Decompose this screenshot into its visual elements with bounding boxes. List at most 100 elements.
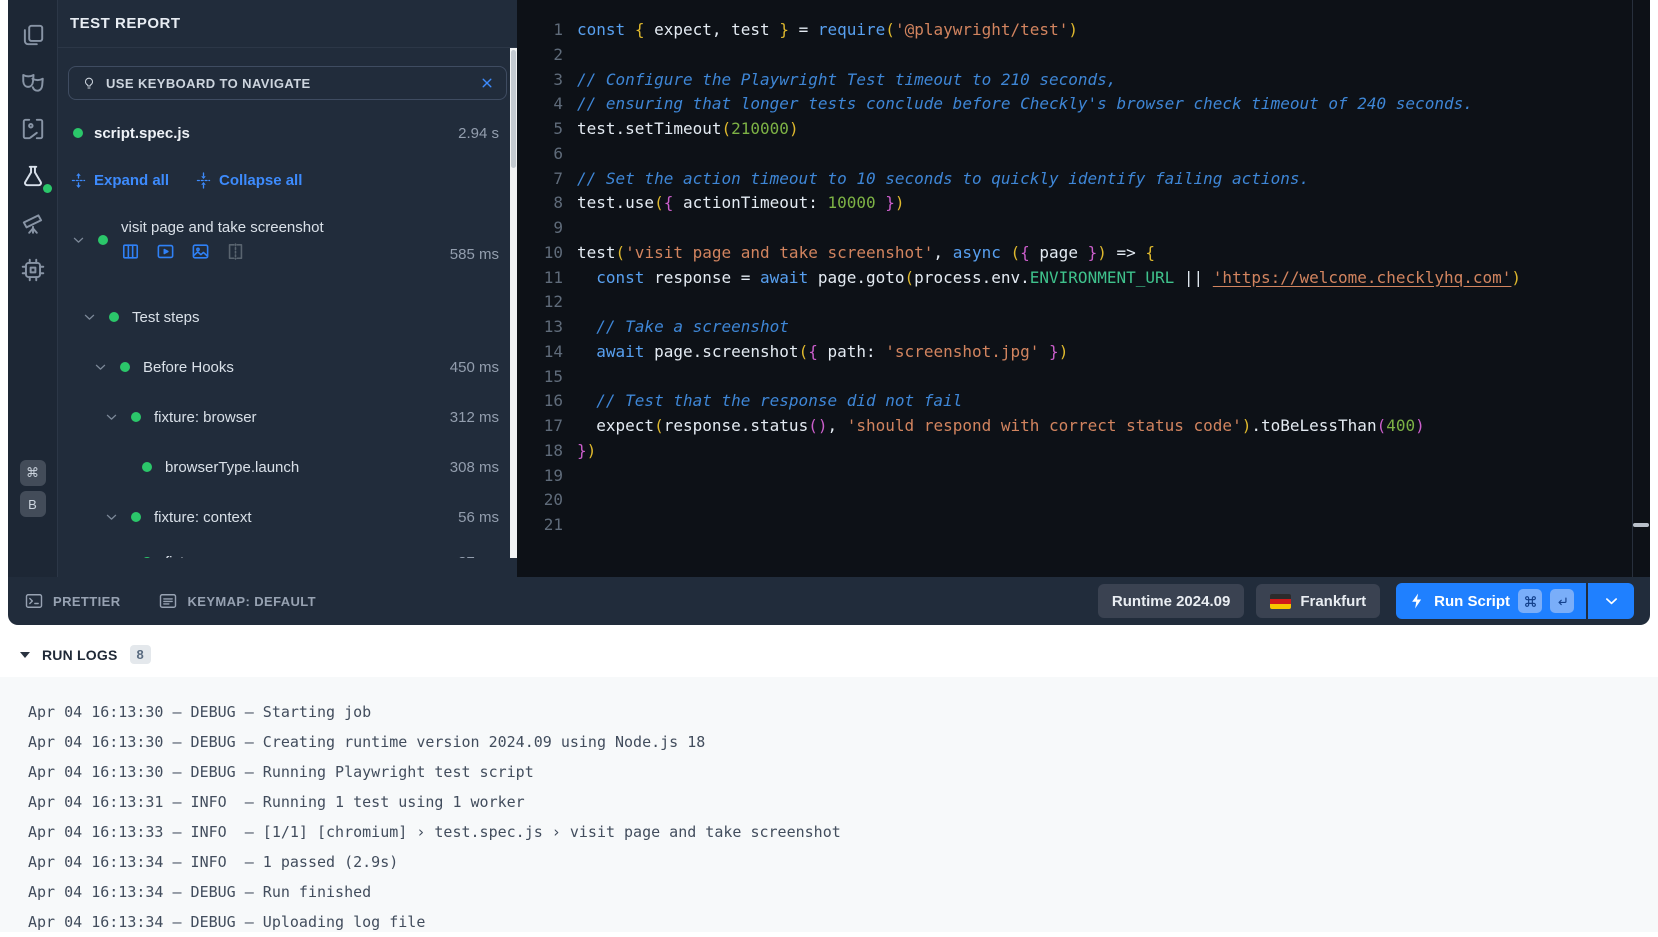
lightbulb-icon bbox=[81, 75, 97, 91]
code-line: 21 bbox=[517, 513, 1650, 538]
rail-telescope-icon[interactable] bbox=[18, 208, 48, 238]
panel-scrollbar-thumb[interactable] bbox=[511, 50, 516, 168]
bolt-icon bbox=[1408, 592, 1426, 610]
line-number: 1 bbox=[517, 18, 577, 43]
line-number: 15 bbox=[517, 365, 577, 390]
editor-scrollbar-gutter[interactable] bbox=[1632, 0, 1650, 577]
line-number: 2 bbox=[517, 43, 577, 68]
runtime-selector[interactable]: Runtime 2024.09 bbox=[1098, 584, 1244, 618]
collapse-all-button[interactable]: Collapse all bbox=[195, 172, 302, 189]
flask-icon bbox=[20, 163, 46, 189]
log-line: Apr 04 16:13:30 — DEBUG — Running Playwr… bbox=[28, 757, 1658, 787]
code-line: 10test('visit page and take screenshot',… bbox=[517, 241, 1650, 266]
step-status-dot bbox=[120, 362, 130, 372]
chevron-down-icon[interactable] bbox=[105, 511, 119, 524]
location-label: Frankfurt bbox=[1300, 593, 1366, 610]
line-number: 12 bbox=[517, 290, 577, 315]
location-selector[interactable]: Frankfurt bbox=[1256, 584, 1380, 618]
run-options-dropdown-button[interactable] bbox=[1588, 583, 1634, 619]
chevron-down-icon[interactable] bbox=[83, 311, 97, 324]
code-line: 8test.use({ actionTimeout: 10000 }) bbox=[517, 191, 1650, 216]
test-report-body: USE KEYBOARD TO NAVIGATE script.spec.js … bbox=[58, 48, 517, 558]
expand-all-button[interactable]: Expand all bbox=[70, 172, 169, 189]
test-step-row[interactable]: fixture: context56 ms bbox=[58, 492, 517, 542]
code-text: test('visit page and take screenshot', a… bbox=[577, 243, 1155, 262]
masks-icon bbox=[20, 69, 46, 95]
step-duration: 56 ms bbox=[458, 509, 499, 526]
test-step-row[interactable]: browserType.launch308 ms bbox=[58, 442, 517, 492]
code-text: }) bbox=[577, 441, 596, 460]
code-line: 11 const response = await page.goto(proc… bbox=[517, 266, 1650, 291]
rail-flask-icon-active[interactable] bbox=[18, 161, 48, 191]
test-step-row[interactable]: fixture: page37 ms bbox=[58, 537, 517, 558]
test-step-row[interactable]: Before Hooks450 ms bbox=[58, 342, 517, 392]
code-line: 16 // Test that the response did not fai… bbox=[517, 389, 1650, 414]
test-step-row[interactable]: fixture: browser312 ms bbox=[58, 392, 517, 442]
code-text: test.setTimeout(210000) bbox=[577, 119, 799, 138]
log-line: Apr 04 16:13:30 — DEBUG — Creating runti… bbox=[28, 727, 1658, 757]
chevron-down-icon[interactable] bbox=[105, 411, 119, 424]
test-step-row[interactable]: visit page and take screenshot585 ms bbox=[58, 204, 517, 276]
editor-scrollbar-thumb[interactable] bbox=[1633, 523, 1649, 527]
test-step-tree: visit page and take screenshot585 ms Test… bbox=[58, 204, 517, 558]
code-line: 20 bbox=[517, 488, 1650, 513]
line-number: 18 bbox=[517, 439, 577, 464]
code-editor[interactable]: 1const { expect, test } = require('@play… bbox=[517, 0, 1650, 577]
code-line: 6 bbox=[517, 142, 1650, 167]
step-status-dot bbox=[131, 512, 141, 522]
code-line: 15 bbox=[517, 365, 1650, 390]
code-text: // ensuring that longer tests conclude b… bbox=[577, 94, 1473, 113]
run-script-button[interactable]: Run Script bbox=[1396, 583, 1586, 619]
step-duration: 312 ms bbox=[450, 409, 499, 426]
panel-title: TEST REPORT bbox=[58, 0, 517, 48]
left-icon-rail: ⌘B bbox=[8, 0, 57, 577]
active-check-status-dot bbox=[43, 184, 52, 193]
shortcut-key-badge: ⌘ bbox=[20, 460, 46, 486]
run-script-group: Run Script bbox=[1396, 583, 1634, 619]
rail-screenshot-icon[interactable] bbox=[18, 114, 48, 144]
close-icon[interactable] bbox=[480, 76, 494, 90]
prettier-button[interactable]: PRETTIER bbox=[24, 591, 120, 611]
compare-icon-button[interactable] bbox=[226, 242, 245, 261]
run-script-label: Run Script bbox=[1434, 593, 1510, 610]
expand-all-label: Expand all bbox=[94, 172, 169, 189]
log-line: Apr 04 16:13:33 — INFO — [1/1] [chromium… bbox=[28, 817, 1658, 847]
chevron-down-icon[interactable] bbox=[94, 361, 108, 374]
log-line: Apr 04 16:13:34 — DEBUG — Run finished bbox=[28, 877, 1658, 907]
line-number: 3 bbox=[517, 68, 577, 93]
step-status-dot bbox=[109, 312, 119, 322]
rail-masks-icon[interactable] bbox=[18, 67, 48, 97]
line-number: 9 bbox=[517, 216, 577, 241]
rail-cpu-icon[interactable] bbox=[18, 255, 48, 285]
code-text: test.use({ actionTimeout: 10000 }) bbox=[577, 193, 905, 212]
code-text: // Take a screenshot bbox=[577, 317, 789, 336]
video-icon-button[interactable] bbox=[156, 242, 175, 261]
cpu-icon bbox=[20, 257, 46, 283]
line-number: 8 bbox=[517, 191, 577, 216]
step-status-dot bbox=[142, 557, 152, 558]
trace-icon bbox=[121, 242, 140, 261]
panel-scrollbar[interactable] bbox=[510, 48, 517, 558]
toolbar-item-label: KEYMAP: DEFAULT bbox=[187, 594, 316, 609]
keymap-default-button[interactable]: KEYMAP: DEFAULT bbox=[158, 591, 316, 611]
line-number: 19 bbox=[517, 464, 577, 489]
run-logs-count-badge: 8 bbox=[130, 645, 151, 664]
prettier-icon bbox=[24, 591, 44, 611]
code-lines: 1const { expect, test } = require('@play… bbox=[517, 18, 1650, 538]
run-logs-header[interactable]: RUN LOGS 8 bbox=[20, 645, 1658, 664]
passed-status-dot bbox=[73, 128, 83, 138]
trace-icon-button[interactable] bbox=[121, 242, 140, 261]
test-step-label: Test steps bbox=[132, 309, 200, 326]
spec-file-row[interactable]: script.spec.js 2.94 s bbox=[58, 112, 517, 154]
code-line: 18}) bbox=[517, 439, 1650, 464]
test-step-label: browserType.launch bbox=[165, 459, 299, 476]
tree-actions-row: Expand all Collapse all bbox=[58, 160, 517, 200]
log-line: Apr 04 16:13:30 — DEBUG — Starting job bbox=[28, 697, 1658, 727]
rail-pages-icon[interactable] bbox=[18, 20, 48, 50]
test-step-row[interactable]: Test steps bbox=[58, 292, 517, 342]
image-icon-button[interactable] bbox=[191, 242, 210, 261]
chevron-down-icon[interactable] bbox=[72, 234, 86, 247]
run-logs-section: RUN LOGS 8 Apr 04 16:13:30 — DEBUG — Sta… bbox=[0, 645, 1658, 932]
video-icon bbox=[156, 242, 175, 261]
code-text: // Configure the Playwright Test timeout… bbox=[577, 70, 1116, 89]
